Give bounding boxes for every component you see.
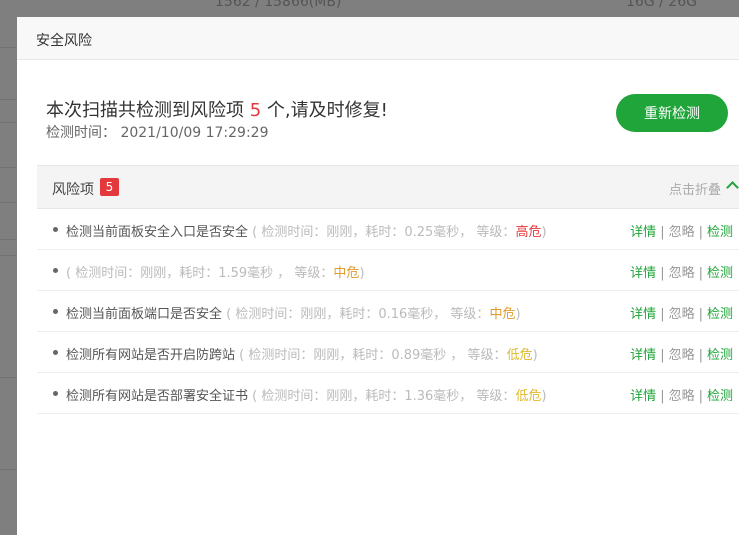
risk-item: 检测当前面板端口是否安全 ( 检测时间：刚刚，耗时：0.16毫秒， 等级：中危)… [37, 291, 739, 332]
ignore-link[interactable]: 忽略 [669, 307, 695, 322]
separator: | [698, 225, 703, 240]
scan-summary: 本次扫描共检测到风险项 5 个,请及时修复! [46, 96, 388, 122]
risk-item-actions: 详情 | 忽略 | 检测 [630, 221, 733, 240]
risk-item-meta-close: ) [515, 307, 521, 322]
risk-item: 检测所有网站是否开启防跨站 ( 检测时间：刚刚，耗时：0.89毫秒 ， 等级：低… [37, 332, 739, 373]
bullet-icon [53, 227, 58, 232]
ignore-link[interactable]: 忽略 [669, 348, 695, 363]
bullet-icon [53, 391, 58, 396]
risk-item-meta-close: ) [541, 225, 547, 240]
collapse-toggle[interactable]: 点击折叠 [669, 179, 721, 198]
ignore-link[interactable]: 忽略 [669, 266, 695, 281]
summary-prefix: 本次扫描共检测到风险项 [46, 100, 250, 121]
risk-level: 中危 [333, 266, 360, 281]
background-disk-text: 16G / 26G [626, 0, 697, 10]
detail-link[interactable]: 详情 [630, 266, 656, 281]
chevron-up-icon[interactable] [726, 181, 739, 194]
risk-item-name: 检测所有网站是否部署安全证书 [66, 389, 249, 404]
scan-time: 检测时间： 2021/10/09 17:29:29 [46, 122, 268, 142]
risk-item-actions: 详情 | 忽略 | 检测 [630, 344, 733, 363]
risk-item-text: 检测当前面板端口是否安全 ( 检测时间：刚刚，耗时：0.16毫秒， 等级：中危) [66, 303, 521, 322]
separator: | [660, 307, 665, 322]
background-page-top: 1562 / 15866(MB) 16G / 26G [0, 0, 739, 17]
risk-level: 高危 [515, 225, 542, 240]
scan-time-value: 2021/10/09 17:29:29 [120, 125, 269, 141]
risk-item-meta: ( 检测时间：刚刚，耗时：0.25毫秒， 等级： [248, 225, 516, 240]
risk-item-text: 检测所有网站是否开启防跨站 ( 检测时间：刚刚，耗时：0.89毫秒 ， 等级：低… [66, 344, 538, 363]
risk-item-meta-close: ) [359, 266, 365, 281]
risk-panel-title: 风险项 [52, 182, 94, 198]
detail-link[interactable]: 详情 [630, 307, 656, 322]
risk-item: 检测所有网站是否部署安全证书 ( 检测时间：刚刚，耗时：1.36毫秒， 等级：低… [37, 373, 739, 414]
risk-item-name: 检测当前面板端口是否安全 [66, 307, 223, 322]
risk-item: ( 检测时间：刚刚，耗时：1.59毫秒 ， 等级：中危) 详情 | 忽略 | 检测 [37, 250, 739, 291]
background-memory-text: 1562 / 15866(MB) [215, 0, 342, 10]
separator: | [698, 348, 703, 363]
risk-item-text: 检测当前面板安全入口是否安全 ( 检测时间：刚刚，耗时：0.25毫秒， 等级：高… [66, 221, 547, 240]
bullet-icon [53, 309, 58, 314]
risk-item-meta: ( 检测时间：刚刚，耗时：1.36毫秒， 等级： [248, 389, 516, 404]
risk-panel-header: 风险项 5 点击折叠 [37, 165, 739, 209]
risk-item: 检测当前面板安全入口是否安全 ( 检测时间：刚刚，耗时：0.25毫秒， 等级：高… [37, 209, 739, 250]
modal-title: 安全风险 [36, 33, 92, 49]
ignore-link[interactable]: 忽略 [669, 389, 695, 404]
bullet-icon [53, 350, 58, 355]
security-risk-modal: 安全风险 本次扫描共检测到风险项 5 个,请及时修复! 检测时间： 2021/1… [17, 17, 739, 535]
separator: | [660, 389, 665, 404]
separator: | [698, 307, 703, 322]
risk-item-meta-close: ) [541, 389, 547, 404]
risk-item-text: ( 检测时间：刚刚，耗时：1.59毫秒 ， 等级：中危) [66, 262, 365, 281]
risk-item-meta-close: ) [532, 348, 538, 363]
modal-header: 安全风险 [17, 17, 739, 60]
risk-level: 低危 [515, 389, 542, 404]
background-page-left [0, 17, 17, 535]
risk-item-name: 检测当前面板安全入口是否安全 [66, 225, 249, 240]
risk-item-text: 检测所有网站是否部署安全证书 ( 检测时间：刚刚，耗时：1.36毫秒， 等级：低… [66, 385, 547, 404]
risk-level: 低危 [506, 348, 533, 363]
separator: | [660, 225, 665, 240]
risk-item-meta: ( 检测时间：刚刚，耗时：1.59毫秒 ， 等级： [66, 266, 334, 281]
check-link[interactable]: 检测 [707, 389, 733, 404]
separator: | [660, 266, 665, 281]
risk-panel: 风险项 5 点击折叠 检测当前面板安全入口是否安全 ( 检测时间：刚刚，耗时：0… [37, 165, 739, 414]
detail-link[interactable]: 详情 [630, 348, 656, 363]
rescan-button[interactable]: 重新检测 [616, 94, 728, 132]
risk-item-meta: ( 检测时间：刚刚，耗时：0.16毫秒， 等级： [222, 307, 490, 322]
bullet-icon [53, 268, 58, 273]
risk-count-badge: 5 [100, 178, 119, 196]
scan-time-label: 检测时间： [46, 125, 116, 141]
risk-list: 检测当前面板安全入口是否安全 ( 检测时间：刚刚，耗时：0.25毫秒， 等级：高… [37, 209, 739, 414]
ignore-link[interactable]: 忽略 [669, 225, 695, 240]
separator: | [698, 389, 703, 404]
risk-item-actions: 详情 | 忽略 | 检测 [630, 385, 733, 404]
risk-level: 中危 [489, 307, 516, 322]
separator: | [660, 348, 665, 363]
check-link[interactable]: 检测 [707, 266, 733, 281]
risk-item-actions: 详情 | 忽略 | 检测 [630, 303, 733, 322]
summary-suffix: 个,请及时修复! [261, 100, 388, 121]
risk-item-meta: ( 检测时间：刚刚，耗时：0.89毫秒 ， 等级： [235, 348, 507, 363]
check-link[interactable]: 检测 [707, 307, 733, 322]
check-link[interactable]: 检测 [707, 225, 733, 240]
detail-link[interactable]: 详情 [630, 389, 656, 404]
risk-item-name: 检测所有网站是否开启防跨站 [66, 348, 236, 363]
detail-link[interactable]: 详情 [630, 225, 656, 240]
separator: | [698, 266, 703, 281]
check-link[interactable]: 检测 [707, 348, 733, 363]
risk-item-actions: 详情 | 忽略 | 检测 [630, 262, 733, 281]
risk-count: 5 [249, 100, 262, 121]
